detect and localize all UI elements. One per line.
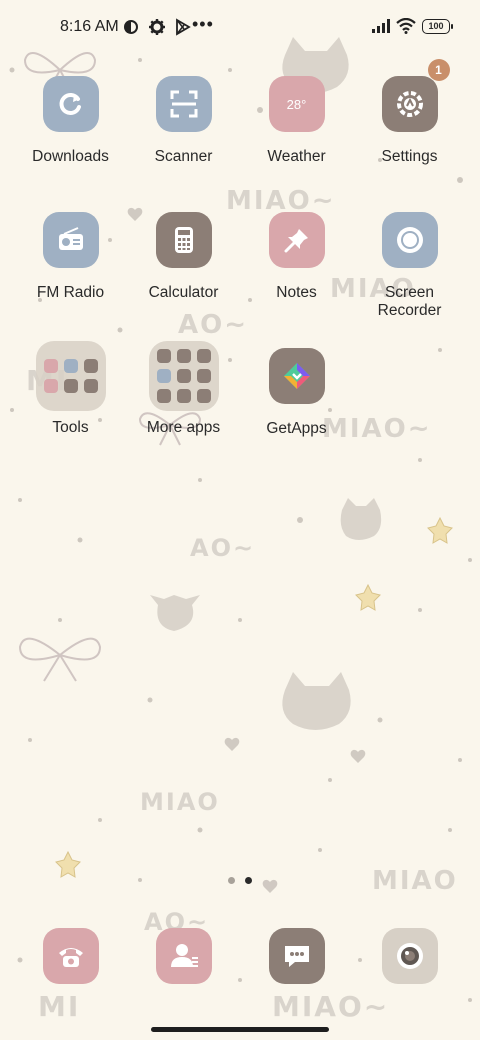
battery-level: 100: [428, 21, 444, 31]
app-fm-radio[interactable]: FM Radio: [14, 212, 127, 302]
page-dot-active[interactable]: [245, 877, 252, 884]
mini-app-icon: [176, 349, 191, 363]
wallpaper-text: AO~: [178, 310, 249, 340]
app-label: Calculator: [148, 284, 219, 301]
gesture-navigation-bar[interactable]: [151, 1027, 329, 1032]
dock-camera[interactable]: [382, 928, 438, 984]
dock-contacts[interactable]: [156, 928, 212, 984]
mini-app-icon: [156, 389, 171, 403]
data-saver-icon: [124, 20, 138, 34]
radio-icon: [42, 212, 99, 268]
download-icon: [42, 76, 99, 132]
camera-icon: [397, 943, 423, 969]
app-getapps[interactable]: GetApps: [240, 348, 353, 438]
record-icon: [381, 212, 438, 268]
app-label: More apps: [146, 419, 221, 436]
mini-app-icon: [176, 389, 191, 403]
wifi-icon: [396, 18, 416, 34]
notification-badge: 1: [427, 59, 450, 81]
mini-app-icon: [83, 359, 98, 373]
more-notifications-indicator: •••: [192, 14, 214, 34]
app-calculator[interactable]: Calculator: [127, 212, 240, 302]
mini-app-icon: [63, 379, 78, 393]
mini-app-icon: [156, 369, 171, 383]
wallpaper-text: MIAO: [372, 866, 458, 896]
status-bar: 8:16 AM ••• 100: [0, 0, 480, 56]
wallpaper-text: AO~: [190, 534, 256, 562]
app-label: Settings: [381, 148, 438, 165]
mini-app-icon: [63, 359, 78, 373]
notification-icons: [122, 18, 192, 36]
folder-icon: [148, 341, 219, 411]
contacts-icon: [171, 944, 198, 967]
system-icons: 100: [372, 18, 453, 34]
app-weather[interactable]: 28° Weather: [240, 76, 353, 166]
settings-icon: 1: [381, 59, 450, 132]
battery-icon: 100: [422, 18, 453, 34]
app-label: Notes: [276, 284, 317, 301]
weather-temperature: 28°: [286, 96, 307, 112]
app-label: Downloads: [32, 148, 109, 165]
calculator-icon: [155, 212, 212, 268]
page-dot[interactable]: [228, 877, 235, 884]
mini-app-icon: [176, 369, 191, 383]
app-label: FM Radio: [36, 284, 105, 301]
app-label: Weather: [267, 148, 326, 165]
folder-icon: [35, 341, 106, 411]
mini-app-icon: [196, 389, 211, 403]
phone-icon: [59, 948, 83, 967]
wallpaper-text: MI: [38, 990, 81, 1023]
app-label: Tools: [52, 419, 89, 436]
folder-more-apps[interactable]: More apps: [127, 341, 240, 437]
status-time: 8:16 AM: [60, 18, 119, 35]
mini-app-icon: [83, 379, 98, 393]
mini-app-icon: [43, 359, 58, 373]
app-label: GetApps: [266, 420, 327, 437]
signal-icon: [372, 19, 390, 33]
folder-tools[interactable]: Tools: [14, 341, 127, 437]
dock-messages[interactable]: [269, 928, 325, 984]
message-icon: [285, 946, 309, 967]
weather-icon: 28°: [268, 76, 325, 132]
app-screen-recorder[interactable]: Screen Recorder: [353, 212, 466, 320]
app-label: Screen Recorder: [377, 284, 442, 319]
page-indicator[interactable]: [228, 877, 252, 884]
mini-app-icon: [196, 349, 211, 363]
mini-app-icon: [196, 369, 211, 383]
app-settings[interactable]: 1 Settings: [353, 59, 466, 166]
pin-icon: [268, 212, 325, 268]
getapps-icon: [268, 348, 325, 404]
wallpaper-text: MIAO: [140, 788, 220, 816]
mini-app-icon: [43, 379, 58, 393]
mini-app-icon: [156, 349, 171, 363]
gear-icon: [149, 19, 165, 35]
app-label: Scanner: [154, 148, 213, 165]
app-scanner[interactable]: Scanner: [127, 76, 240, 166]
app-downloads[interactable]: Downloads: [14, 76, 127, 166]
dock-phone[interactable]: [43, 928, 99, 984]
play-store-icon: [176, 18, 191, 36]
scanner-icon: [155, 76, 212, 132]
wallpaper-text: MIAO~: [272, 990, 390, 1023]
app-notes[interactable]: Notes: [240, 212, 353, 302]
